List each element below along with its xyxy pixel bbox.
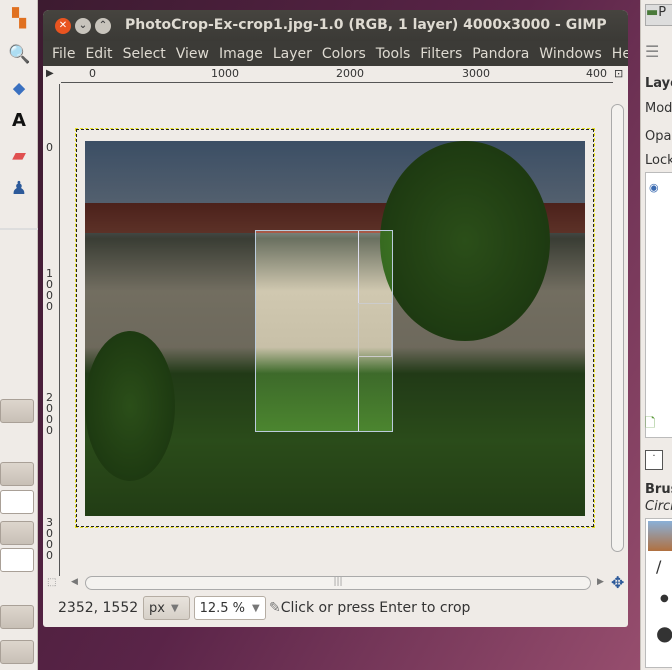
menu-help[interactable]: Help <box>607 46 628 62</box>
option-dropdown[interactable] <box>0 399 34 423</box>
ruler-label: 1000 <box>211 67 239 80</box>
ruler-label: 0 <box>89 67 96 80</box>
image-tab-label: P <box>658 5 667 20</box>
window-title: PhotoCrop-Ex-crop1.jpg-1.0 (RGB, 1 layer… <box>125 17 607 33</box>
menu-edit[interactable]: Edit <box>80 46 117 62</box>
crop-shade <box>85 141 585 230</box>
brush-tab-icon[interactable]: · <box>645 450 663 470</box>
option-input[interactable] <box>0 548 34 572</box>
eraser-icon[interactable]: ▰ <box>8 145 30 167</box>
zoom-fit-icon[interactable]: ⊡ <box>614 67 623 80</box>
status-bar: 2352, 1552 px ▼ 12.5 % ▼ ✎ Click or press … <box>43 593 628 623</box>
menu-pandora[interactable]: Pandora <box>467 46 534 62</box>
brush-dot[interactable]: ● <box>660 593 669 604</box>
option-dropdown[interactable] <box>0 605 34 629</box>
menu-image[interactable]: Image <box>214 46 268 62</box>
chevron-down-icon: ▼ <box>171 602 179 614</box>
ruler-label: 2000 <box>336 67 364 80</box>
unit-select[interactable]: px ▼ <box>143 596 190 620</box>
crop-shade <box>85 432 585 516</box>
menu-layer[interactable]: Layer <box>268 46 317 62</box>
ruler-label: 400 <box>586 67 607 80</box>
zoom-icon[interactable]: 🔍 <box>8 44 30 66</box>
option-spinner[interactable] <box>0 521 34 545</box>
ruler-label: 0 <box>46 141 53 154</box>
option-button[interactable] <box>0 640 34 664</box>
quick-mask-icon[interactable]: ⬚ <box>47 577 56 588</box>
zoom-value: 12.5 % <box>199 600 245 616</box>
toolbox: ▚ 🔍 ⬥ A ▰ ♟ <box>0 0 38 670</box>
measure-icon[interactable]: ⬥ <box>8 78 30 100</box>
ruler-label: 2000 <box>46 391 53 437</box>
option-input[interactable] <box>0 490 34 514</box>
crop-shade <box>393 230 585 432</box>
horizontal-ruler: 0 1000 2000 3000 400 <box>61 66 613 83</box>
brush-preview[interactable] <box>648 521 672 551</box>
menu-bar: File Edit Select View Image Layer Colors… <box>43 41 628 66</box>
text-tool-icon[interactable]: A <box>8 110 30 132</box>
menu-colors[interactable]: Colors <box>317 46 371 62</box>
brush-line[interactable]: / <box>656 557 661 576</box>
brush-list[interactable]: / ● ● <box>645 518 672 668</box>
layers-dock: ▬P ☰ Laye Mode Opac Lock: ◉ 🗋 · Brus Cir… <box>640 0 672 670</box>
menu-view[interactable]: View <box>171 46 214 62</box>
menu-select[interactable]: Select <box>118 46 171 62</box>
layers-list[interactable]: ◉ <box>645 172 672 438</box>
minimize-icon[interactable]: ⌄ <box>75 18 91 34</box>
navigate-icon[interactable]: ✥ <box>611 573 624 592</box>
menu-tools[interactable]: Tools <box>371 46 416 62</box>
title-bar: ✕ ⌄ ⌃ PhotoCrop-Ex-crop1.jpg-1.0 (RGB, 1… <box>43 10 628 41</box>
vertical-ruler: 0 1000 2000 3000 <box>43 84 60 576</box>
image-tab[interactable]: ▬P <box>645 4 672 26</box>
ruler-label: 3000 <box>46 516 53 562</box>
menu-windows[interactable]: Windows <box>534 46 607 62</box>
mode-label: Mode <box>645 101 672 116</box>
pointer-coords: 2352, 1552 <box>58 600 139 616</box>
quick-mask-menu-icon[interactable]: ▶ <box>46 68 54 79</box>
opacity-label: Opac <box>645 129 672 144</box>
maximize-icon[interactable]: ⌃ <box>95 18 111 34</box>
vertical-scrollbar[interactable] <box>611 104 624 552</box>
option-spinner[interactable] <box>0 462 34 486</box>
image-canvas[interactable] <box>61 84 609 576</box>
lock-label: Lock: <box>645 153 672 168</box>
layers-title: Laye <box>645 76 672 91</box>
new-layer-icon[interactable]: 🗋 <box>645 414 655 436</box>
brush-large[interactable]: ● <box>656 621 672 645</box>
chevron-down-icon: ▼ <box>252 602 260 614</box>
divider <box>0 228 38 230</box>
clone-stamp-icon[interactable]: ♟ <box>8 178 30 200</box>
brush-name: Circle <box>645 499 672 514</box>
eye-icon[interactable]: ◉ <box>646 173 672 202</box>
crop-handle[interactable] <box>358 303 392 357</box>
close-icon[interactable]: ✕ <box>55 18 71 34</box>
menu-file[interactable]: File <box>47 46 80 62</box>
zoom-select[interactable]: 12.5 % ▼ <box>194 596 266 620</box>
scroll-right-icon[interactable]: ▶ <box>597 577 604 587</box>
ruler-label: 1000 <box>46 267 53 313</box>
status-message: Click or press Enter to crop <box>280 600 471 616</box>
scroll-left-icon[interactable]: ◀ <box>71 577 78 587</box>
image-window: ✕ ⌄ ⌃ PhotoCrop-Ex-crop1.jpg-1.0 (RGB, 1… <box>43 10 628 627</box>
color-tool-icon[interactable]: ▚ <box>8 8 30 30</box>
menu-filters[interactable]: Filters <box>415 46 467 62</box>
ruler-label: 3000 <box>462 67 490 80</box>
layers-icon: ☰ <box>645 42 660 61</box>
crop-tool-icon: ✎ <box>269 600 281 616</box>
crop-rectangle[interactable] <box>255 230 393 432</box>
unit-value: px <box>149 600 165 616</box>
crop-shade <box>85 230 255 432</box>
brushes-title: Brus <box>645 482 672 497</box>
horizontal-scrollbar[interactable]: ||| <box>85 576 591 590</box>
